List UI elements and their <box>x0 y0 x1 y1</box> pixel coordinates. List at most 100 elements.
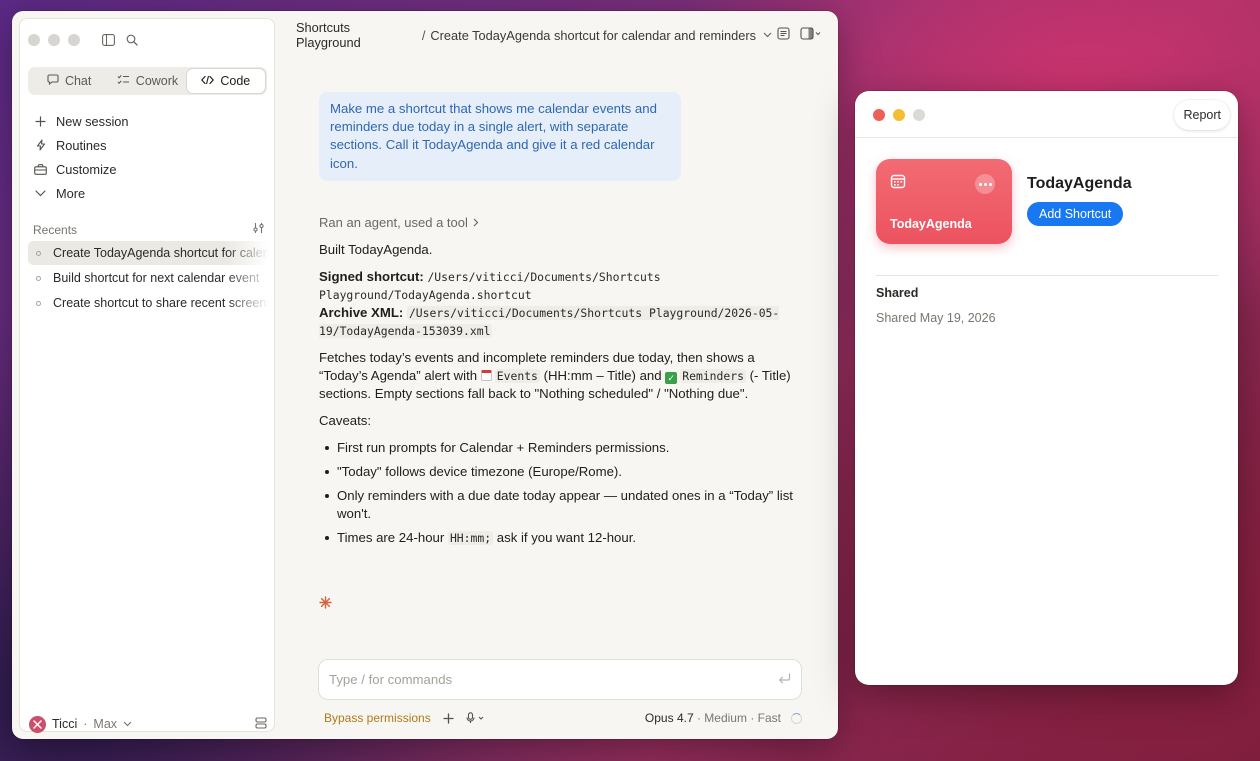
sidebar-item-label: More <box>56 185 86 201</box>
account-switcher[interactable]: Ticci · Max <box>29 713 267 735</box>
return-icon[interactable] <box>778 671 791 689</box>
chevron-down-icon <box>34 187 47 200</box>
checklist-icon <box>117 74 130 88</box>
sidebar-item-more[interactable]: More <box>34 181 264 205</box>
account-name: Ticci <box>52 717 78 731</box>
agent-message: Built TodayAgenda. Signed shortcut: /Use… <box>319 241 807 553</box>
model-effort: · Medium <box>696 711 747 725</box>
shortcut-tile[interactable]: TodayAgenda <box>876 159 1012 244</box>
chevron-down-icon[interactable] <box>763 30 772 41</box>
close-window-button[interactable] <box>873 109 885 121</box>
caveats-label: Caveats: <box>319 413 372 428</box>
mode-switch: Chat Cowork Code <box>28 67 267 95</box>
recent-item[interactable]: Build shortcut for next calendar event <box>28 266 269 290</box>
layout-panel-icon[interactable] <box>800 27 822 43</box>
recents-header: Recents <box>33 222 265 237</box>
agent-activity-toggle[interactable]: Ran an agent, used a tool <box>319 215 479 230</box>
recents-list: Create TodayAgenda shortcut for calendar… <box>28 241 269 316</box>
conversation-title[interactable]: Create TodayAgenda shortcut for calendar… <box>430 28 756 43</box>
breadcrumb-separator: / <box>421 27 426 43</box>
tile-name: TodayAgenda <box>890 217 972 231</box>
account-plan-separator: · <box>83 717 88 731</box>
description-text-2: (HH:mm – Title) and <box>543 368 662 383</box>
report-button[interactable]: Report <box>1174 100 1230 130</box>
filter-sliders-icon[interactable] <box>252 222 265 237</box>
minimize-window-button[interactable] <box>893 109 905 121</box>
shortcut-window: Report TodayAgenda TodayAgenda Add Short… <box>855 91 1238 685</box>
model-selector[interactable]: Opus 4.7 · Medium · Fast <box>645 711 802 725</box>
close-window-button[interactable] <box>28 34 40 46</box>
chevron-right-icon <box>473 215 479 230</box>
zoom-window-button[interactable] <box>68 34 80 46</box>
recent-item-label: Build shortcut for next calendar event <box>53 271 260 285</box>
bullet-icon <box>36 250 41 256</box>
sidebar-item-label: Routines <box>56 137 107 153</box>
caveats-list: First run prompts for Calendar + Reminde… <box>319 439 807 547</box>
toggle-sidebar-icon[interactable] <box>100 32 116 48</box>
tab-chat[interactable]: Chat <box>30 69 108 93</box>
list-item: "Today" follows device timezone (Europe/… <box>319 463 807 481</box>
zoom-window-button[interactable] <box>913 109 925 121</box>
archive-label: Archive XML: <box>319 305 404 320</box>
minimize-window-button[interactable] <box>48 34 60 46</box>
tab-chat-label: Chat <box>64 74 92 88</box>
user-message: Make me a shortcut that shows me calenda… <box>319 92 681 181</box>
bypass-permissions-button[interactable]: Bypass permissions <box>318 711 431 725</box>
notes-icon[interactable] <box>777 27 790 43</box>
breadcrumb: Shortcuts Playground / Create TodayAgend… <box>296 20 822 50</box>
reminders-code: Reminders <box>680 369 746 383</box>
model-speed: · Fast <box>750 711 781 725</box>
sidebar-item-routines[interactable]: Routines <box>34 133 264 157</box>
microphone-icon[interactable] <box>466 712 486 724</box>
time-format-code: HH:mm; <box>447 531 494 545</box>
chat-bubble-icon <box>47 74 59 88</box>
avatar <box>29 715 46 733</box>
tab-cowork-label: Cowork <box>135 74 179 88</box>
checkmark-emoji-icon: ✓ <box>665 372 678 384</box>
paths-block: Signed shortcut: /Users/viticci/Document… <box>319 268 807 340</box>
list-item: Times are 24-hour HH:mm; ask if you want… <box>319 529 807 547</box>
recent-item-label: Create TodayAgenda shortcut for calendar… <box>53 246 269 260</box>
shared-section-title: Shared <box>876 286 919 300</box>
list-item: First run prompts for Calendar + Reminde… <box>319 439 807 457</box>
calendar-emoji-icon <box>480 370 492 381</box>
recent-item-label: Create shortcut to share recent screensh… <box>53 296 269 310</box>
shared-date: Shared May 19, 2026 <box>876 311 996 325</box>
calendar-icon <box>890 173 906 194</box>
events-code: Events <box>494 369 540 383</box>
window-controls <box>873 109 925 121</box>
sidebar-item-label: Customize <box>56 161 117 177</box>
signed-label: Signed shortcut: <box>319 269 424 284</box>
chevron-down-icon <box>123 719 132 730</box>
list-item: Only reminders with a due date today app… <box>319 487 807 523</box>
loading-spinner-icon <box>791 712 802 724</box>
caveat-4-text: Times are 24-hour <box>337 530 445 545</box>
divider <box>876 275 1218 276</box>
bolt-icon <box>34 139 47 152</box>
message-input[interactable] <box>329 672 778 687</box>
tab-cowork[interactable]: Cowork <box>108 69 186 93</box>
recent-item[interactable]: Create TodayAgenda shortcut for calendar… <box>28 241 269 265</box>
composer <box>318 659 802 700</box>
shortcut-title: TodayAgenda <box>1027 175 1132 192</box>
tab-code[interactable]: Code <box>186 69 265 93</box>
code-icon <box>201 74 215 88</box>
more-options-icon[interactable] <box>975 174 995 194</box>
add-attachment-icon[interactable] <box>443 712 454 724</box>
model-name: Opus 4.7 <box>644 711 694 725</box>
settings-panel-icon[interactable] <box>255 716 267 732</box>
sidebar-item-label: New session <box>56 113 129 129</box>
recents-label: Recents <box>33 222 78 237</box>
sidebar-item-customize[interactable]: Customize <box>34 157 264 181</box>
search-icon[interactable] <box>124 32 140 48</box>
sidebar-item-new-session[interactable]: New session <box>34 109 264 133</box>
project-name[interactable]: Shortcuts Playground <box>296 20 417 50</box>
description-paragraph: Fetches today’s events and incomplete re… <box>319 349 807 403</box>
built-line: Built TodayAgenda. <box>319 242 433 257</box>
tab-code-label: Code <box>220 74 251 88</box>
window-controls <box>28 34 80 46</box>
shortcut-titlebar: Report <box>855 91 1238 138</box>
sidebar: Chat Cowork Code New session Routines Cu… <box>19 18 275 735</box>
add-shortcut-button[interactable]: Add Shortcut <box>1027 202 1124 226</box>
recent-item[interactable]: Create shortcut to share recent screensh… <box>28 291 269 315</box>
